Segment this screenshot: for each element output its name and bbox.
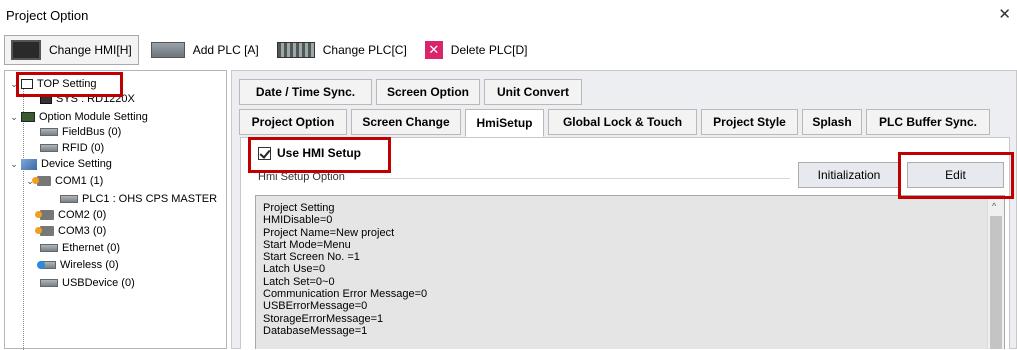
wireless-icon: [37, 261, 56, 269]
settings-line: Latch Use=0: [263, 263, 326, 276]
settings-line: DatabaseMessage=1: [263, 324, 368, 337]
tree-label: Wireless (0): [60, 259, 119, 271]
tree-item-device-setting[interactable]: ⌄ Device Setting: [9, 157, 112, 171]
settings-lines: Project Setting HMIDisable=0 Project Nam…: [263, 202, 427, 337]
plc-module-icon: [276, 42, 315, 58]
tree-label: Option Module Setting: [39, 111, 148, 123]
option-module-icon: [21, 112, 35, 122]
tree-label: FieldBus (0): [62, 126, 122, 138]
com-port-icon: [35, 226, 54, 236]
tree-label: Ethernet (0): [62, 242, 121, 254]
tree-label: COM1 (1): [55, 175, 104, 187]
group-divider: [360, 178, 790, 179]
tab-plc-buffer-sync[interactable]: PLC Buffer Sync.: [866, 109, 990, 135]
com-port-icon: [35, 210, 54, 220]
title-bar: Project Option ✕: [0, 0, 1017, 30]
settings-line: USBErrorMessage=0: [263, 300, 368, 313]
tab-screen-change[interactable]: Screen Change: [351, 109, 461, 135]
settings-line: Project Setting: [263, 202, 335, 214]
tree-item-wireless[interactable]: Wireless (0): [37, 258, 119, 272]
settings-line: StorageErrorMessage=1: [263, 312, 384, 325]
initialization-button[interactable]: Initialization: [798, 162, 900, 188]
tree-item-usbdevice[interactable]: USBDevice (0): [40, 276, 135, 290]
tab-global-lock-touch[interactable]: Global Lock & Touch: [548, 109, 697, 135]
change-plc-button[interactable]: Change PLC[C]: [271, 35, 413, 65]
usb-device-icon: [40, 279, 58, 287]
close-icon[interactable]: ✕: [998, 7, 1011, 22]
plc-icon: [150, 42, 185, 58]
change-plc-label: Change PLC[C]: [322, 43, 407, 57]
delete-icon: ✕: [424, 41, 443, 59]
com-port-icon: [32, 176, 51, 186]
tree-label: RFID (0): [62, 142, 105, 154]
settings-line: Start Mode=Menu: [263, 238, 351, 251]
chevron-down-icon[interactable]: ⌄: [9, 112, 19, 123]
delete-plc-button[interactable]: ✕ Delete PLC[D]: [419, 35, 534, 65]
monitor-icon: [11, 40, 41, 60]
toolbar: Change HMI[H] Add PLC [A] Change PLC[C] …: [0, 30, 1017, 70]
tree-item-com1[interactable]: ⌄ COM1 (1): [25, 174, 103, 188]
tab-unit-convert[interactable]: Unit Convert: [484, 79, 582, 105]
tree-item-ethernet[interactable]: Ethernet (0): [40, 241, 120, 255]
chevron-down-icon[interactable]: ⌄: [9, 159, 19, 170]
tab-project-style[interactable]: Project Style: [701, 109, 798, 135]
tab-date-time-sync[interactable]: Date / Time Sync.: [239, 79, 372, 105]
settings-line: Latch Set=0~0: [263, 275, 335, 288]
tree-item-fieldbus[interactable]: FieldBus (0): [40, 125, 121, 139]
tree-label: COM3 (0): [58, 225, 107, 237]
add-plc-label: Add PLC [A]: [192, 43, 259, 57]
highlight-use-hmi-setup: [248, 137, 391, 173]
tree-item-plc1[interactable]: PLC1 : OHS CPS MASTER: [60, 192, 217, 206]
tab-hmisetup[interactable]: HmiSetup: [465, 109, 544, 137]
tab-project-option[interactable]: Project Option: [239, 109, 347, 135]
hmi-setup-text[interactable]: Project Setting HMIDisable=0 Project Nam…: [255, 195, 1005, 349]
settings-line: HMIDisable=0: [263, 214, 333, 227]
fieldbus-icon: [40, 128, 58, 136]
tree-item-com2[interactable]: COM2 (0): [35, 208, 107, 222]
tab-splash[interactable]: Splash: [802, 109, 862, 135]
tree-label: USBDevice (0): [62, 277, 135, 289]
delete-plc-label: Delete PLC[D]: [450, 43, 528, 57]
add-plc-button[interactable]: Add PLC [A]: [145, 35, 265, 65]
settings-line: Project Name=New project: [263, 226, 395, 239]
scroll-up-icon[interactable]: ^: [992, 201, 996, 211]
highlight-top-setting: [16, 72, 123, 97]
tree-connector: [23, 88, 24, 350]
tree-item-option-module[interactable]: ⌄ Option Module Setting: [9, 110, 148, 124]
change-hmi-label: Change HMI[H]: [49, 43, 132, 57]
change-hmi-button[interactable]: Change HMI[H]: [4, 35, 139, 65]
device-icon: [21, 158, 37, 170]
ethernet-icon: [40, 244, 58, 252]
settings-line: Start Screen No. =1: [263, 251, 360, 264]
vertical-scrollbar[interactable]: ^: [987, 196, 1004, 349]
plc-device-icon: [60, 195, 78, 203]
tree-label: COM2 (0): [58, 209, 107, 221]
tree-label: PLC1 : OHS CPS MASTER: [82, 193, 218, 205]
tree-label: Device Setting: [41, 158, 112, 170]
settings-line: Communication Error Message=0: [263, 288, 428, 301]
tree-item-rfid[interactable]: RFID (0): [40, 141, 104, 155]
highlight-edit-button: [898, 152, 1014, 199]
tab-screen-option[interactable]: Screen Option: [376, 79, 480, 105]
tree-item-com3[interactable]: COM3 (0): [35, 224, 107, 238]
rfid-icon: [40, 144, 58, 152]
scrollbar-thumb[interactable]: [990, 216, 1002, 349]
window-title: Project Option: [6, 7, 89, 23]
